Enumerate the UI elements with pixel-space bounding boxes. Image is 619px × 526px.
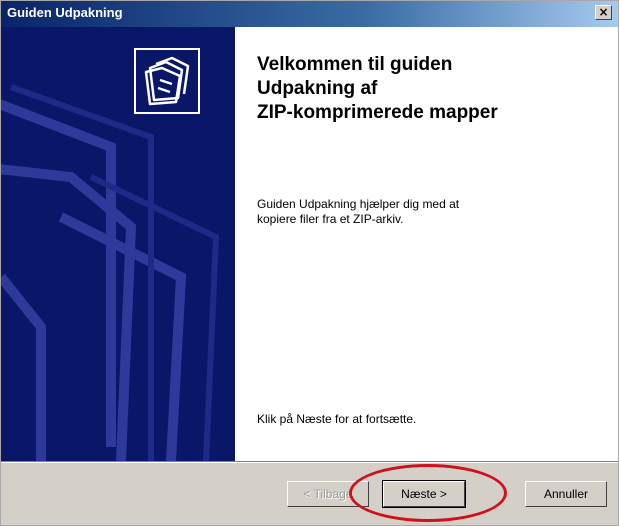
- footer-separator: [1, 461, 618, 463]
- description-line: kopiere filer fra et ZIP-arkiv.: [257, 212, 404, 226]
- cancel-button[interactable]: Annuller: [525, 481, 607, 507]
- wizard-window: Guiden Udpakning × Velkommen til guiden …: [0, 0, 619, 526]
- zip-folders-icon: [134, 48, 200, 114]
- heading-line: Udpakning af: [257, 78, 378, 99]
- close-button[interactable]: ×: [595, 5, 612, 20]
- next-button[interactable]: Næste >: [382, 480, 466, 508]
- close-icon: ×: [598, 5, 609, 19]
- continue-instruction: Klik på Næste for at fortsætte.: [257, 412, 417, 426]
- wizard-description: Guiden Udpakning hjælper dig med at kopi…: [257, 197, 577, 227]
- description-line: Guiden Udpakning hjælper dig med at: [257, 197, 460, 211]
- wizard-sidebar: [1, 27, 235, 461]
- heading-line: Velkommen til guiden: [257, 54, 453, 75]
- wizard-content: Velkommen til guiden Udpakning af ZIP-ko…: [1, 27, 618, 461]
- back-button[interactable]: < Tilbage: [287, 481, 369, 507]
- wizard-heading: Velkommen til guiden Udpakning af ZIP-ko…: [257, 53, 607, 125]
- wizard-main-panel: Velkommen til guiden Udpakning af ZIP-ko…: [235, 27, 618, 461]
- window-title: Guiden Udpakning: [7, 5, 123, 20]
- heading-line: ZIP-komprimerede mapper: [257, 102, 498, 123]
- title-bar[interactable]: Guiden Udpakning ×: [1, 1, 618, 27]
